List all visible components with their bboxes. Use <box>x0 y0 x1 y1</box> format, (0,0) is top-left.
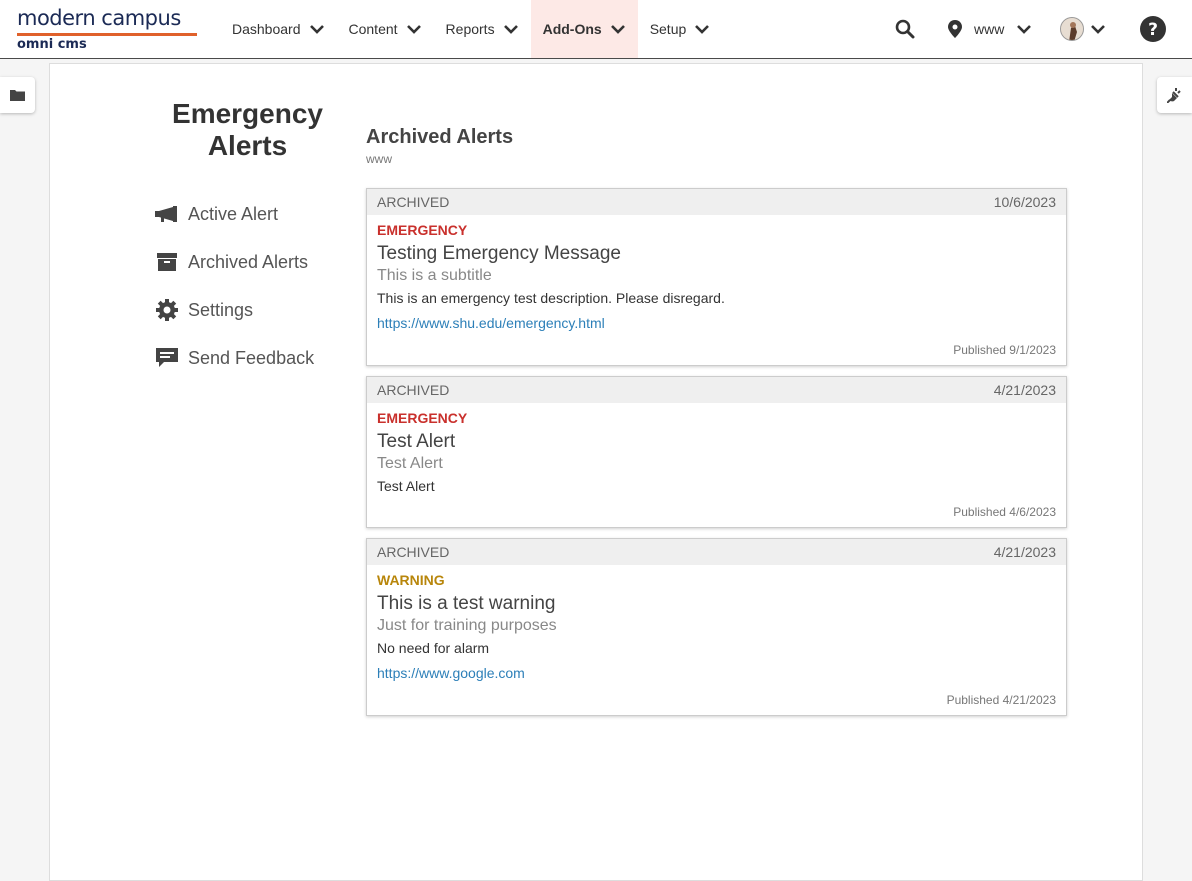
nav-reports[interactable]: Reports <box>434 0 531 58</box>
search-icon[interactable] <box>895 19 915 39</box>
sidenav-label: Settings <box>188 299 254 320</box>
alert-published: Published 9/1/2023 <box>953 343 1056 357</box>
file-browser-tab[interactable] <box>0 77 35 113</box>
alert-status: ARCHIVED <box>377 544 450 560</box>
alert-subtitle: This is a subtitle <box>377 267 492 284</box>
page-subtitle: www <box>366 152 392 166</box>
alert-subtitle: Test Alert <box>377 455 443 472</box>
alert-level: EMERGENCY <box>377 410 468 426</box>
user-photo-icon <box>1061 18 1083 40</box>
archive-box-icon <box>155 250 179 274</box>
nav-setup[interactable]: Setup <box>638 0 723 58</box>
nav-dashboard[interactable]: Dashboard <box>220 0 337 58</box>
alert-card-body: EMERGENCY Test Alert Test Alert Test Ale… <box>367 403 1066 496</box>
top-navbar: modern campus omni cms Dashboard Content… <box>0 0 1192 59</box>
comment-icon <box>155 346 179 370</box>
sidenav-label: Archived Alerts <box>188 251 309 272</box>
megaphone-icon <box>155 202 179 226</box>
nav-add-ons[interactable]: Add-Ons <box>530 0 638 58</box>
alert-description: Test Alert <box>377 478 435 494</box>
chevron-down-icon <box>610 25 625 34</box>
alert-subtitle: Just for training purposes <box>377 617 557 634</box>
chevron-down-icon <box>503 25 518 34</box>
alert-published: Published 4/21/2023 <box>946 693 1056 707</box>
plug-icon <box>1166 88 1181 103</box>
alert-link[interactable]: https://www.google.com <box>377 663 1056 683</box>
gadgets-tab[interactable] <box>1157 77 1192 113</box>
alert-title: Testing Emergency Message <box>377 243 621 264</box>
nav-setup-label: Setup <box>649 21 687 37</box>
nav-content-label: Content <box>348 21 398 37</box>
alert-description: No need for alarm <box>377 640 490 656</box>
main-panel: Emergency Alerts Active Alert Archived A… <box>49 63 1143 881</box>
nav-dashboard-label: Dashboard <box>232 21 301 37</box>
alert-card-header: ARCHIVED 4/21/2023 <box>367 539 1066 565</box>
app-title: Emergency Alerts <box>165 98 330 162</box>
alert-card-header: ARCHIVED 4/21/2023 <box>367 377 1066 403</box>
map-pin-icon <box>948 20 962 38</box>
alert-level: EMERGENCY <box>377 222 468 238</box>
logo[interactable]: modern campus omni cms <box>17 6 202 54</box>
chevron-down-icon <box>406 25 421 34</box>
sidenav-item-archived-alerts[interactable]: Archived Alerts <box>155 238 314 286</box>
avatar <box>1060 17 1084 41</box>
alert-card-header: ARCHIVED 10/6/2023 <box>367 189 1066 215</box>
alerts-sidenav: Active Alert Archived Alerts Settings Se… <box>155 190 314 382</box>
alert-date: 4/21/2023 <box>993 544 1056 560</box>
svg-text:?: ? <box>1148 20 1158 40</box>
nav-reports-label: Reports <box>445 21 495 37</box>
alert-date: 10/6/2023 <box>993 194 1056 210</box>
sidenav-item-active-alert[interactable]: Active Alert <box>155 190 314 238</box>
logo-underline <box>17 33 197 36</box>
page-title: Archived Alerts <box>366 126 514 148</box>
archived-alerts-content: Archived Alerts www ARCHIVED 10/6/2023 E… <box>366 124 1067 716</box>
alert-status: ARCHIVED <box>377 382 450 398</box>
sidenav-item-send-feedback[interactable]: Send Feedback <box>155 334 314 382</box>
alert-date: 4/21/2023 <box>993 382 1056 398</box>
sidenav-label: Active Alert <box>188 203 279 224</box>
folder-icon <box>10 90 25 101</box>
alert-card: ARCHIVED 4/21/2023 WARNING This is a tes… <box>366 538 1067 716</box>
alert-link[interactable]: https://www.shu.edu/emergency.html <box>377 313 1056 333</box>
alert-status: ARCHIVED <box>377 194 450 210</box>
main-nav: Dashboard Content Reports Add-Ons Setup <box>220 0 722 58</box>
alert-card: ARCHIVED 4/21/2023 EMERGENCY Test Alert … <box>366 376 1067 528</box>
sidenav-item-settings[interactable]: Settings <box>155 286 314 334</box>
help-icon[interactable]: ? <box>1140 16 1166 42</box>
chevron-down-icon <box>1091 25 1105 34</box>
app-title-line2: Alerts <box>207 130 288 161</box>
site-selector[interactable]: www <box>948 17 1032 41</box>
alert-description: This is an emergency test description. P… <box>377 290 725 306</box>
alert-title: Test Alert <box>377 431 456 452</box>
alert-card-body: EMERGENCY Testing Emergency Message This… <box>367 215 1066 333</box>
nav-add-ons-label: Add-Ons <box>542 21 602 37</box>
chevron-down-icon <box>695 25 710 34</box>
user-menu[interactable] <box>1060 17 1106 41</box>
alert-card: ARCHIVED 10/6/2023 EMERGENCY Testing Eme… <box>366 188 1067 366</box>
alert-card-body: WARNING This is a test warning Just for … <box>367 565 1066 683</box>
chevron-down-icon <box>1017 25 1032 34</box>
gear-icon <box>155 298 179 322</box>
alert-title: This is a test warning <box>377 593 556 614</box>
chevron-down-icon <box>309 25 324 34</box>
site-name: www <box>974 21 1005 37</box>
logo-subtext: omni cms <box>17 37 87 52</box>
app-title-line1: Emergency <box>172 98 323 129</box>
alert-published: Published 4/6/2023 <box>953 505 1056 519</box>
logo-wordmark: modern campus <box>17 6 181 30</box>
alert-level: WARNING <box>377 572 445 588</box>
sidenav-label: Send Feedback <box>188 347 315 368</box>
nav-content[interactable]: Content <box>337 0 434 58</box>
